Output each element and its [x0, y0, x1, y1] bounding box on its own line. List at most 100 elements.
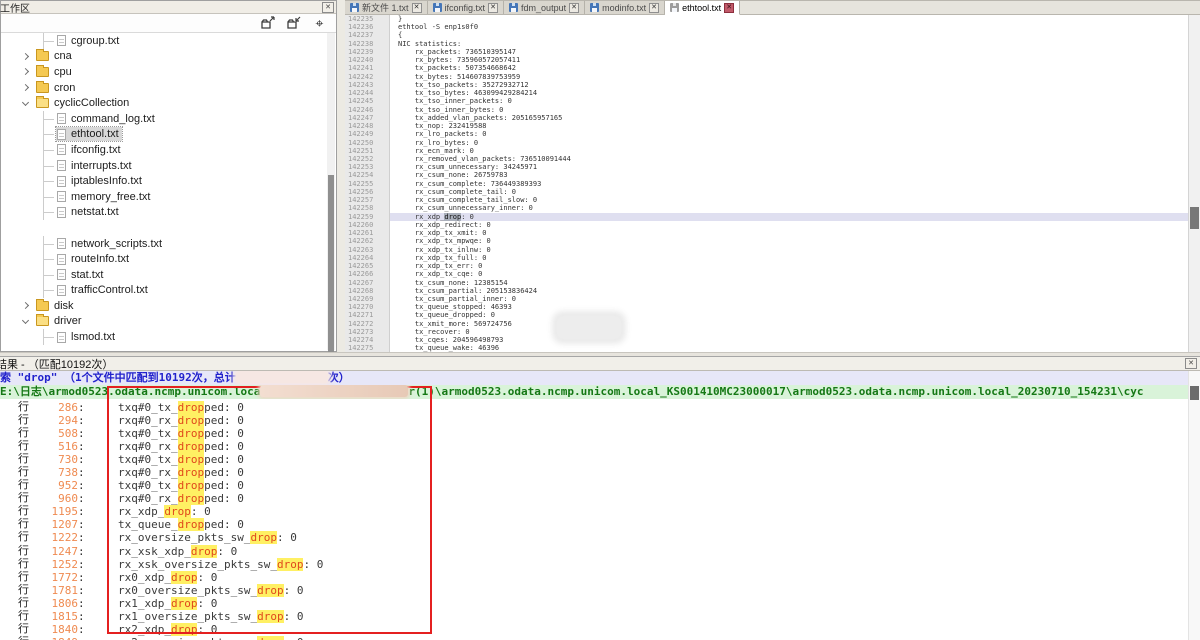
line-number: 142247 [345, 114, 390, 122]
tree-item-ifconfig-txt[interactable]: ifconfig.txt [1, 142, 327, 158]
locate-file-icon[interactable]: ⌖ [311, 16, 328, 31]
editor-line: 142246 tx_tso_inner_bytes: 0 [345, 106, 1188, 114]
editor-line: 142275 tx_queue_wake: 46396 [345, 344, 1188, 352]
editor-tab-ethtool-txt[interactable]: ethtool.txt✕ [665, 1, 740, 15]
tab-close-icon[interactable]: ✕ [569, 3, 579, 13]
result-row[interactable]: 行730:txq#0_tx_dropped: 0 [0, 453, 1188, 466]
tree-item-cron[interactable]: cron [1, 80, 327, 96]
workspace-toolbar: ⌖ [1, 14, 336, 33]
tree-item-label: netstat.txt [71, 206, 119, 218]
folder-icon [36, 51, 49, 61]
result-row[interactable]: 行1806:rx1_xdp_drop: 0 [0, 597, 1188, 610]
tree-scrollbar[interactable] [327, 33, 335, 350]
tree-item-iptablesinfo-txt[interactable]: iptablesInfo.txt [1, 173, 327, 189]
tree-item-cpu[interactable]: cpu [1, 64, 327, 80]
match-highlight: drop [171, 571, 198, 584]
tab-close-icon[interactable]: ✕ [649, 3, 659, 13]
chevron-right-icon[interactable] [22, 302, 29, 309]
result-row[interactable]: 行738:rxq#0_rx_dropped: 0 [0, 466, 1188, 479]
tree-scrollbar-thumb[interactable] [328, 175, 334, 353]
line-number: 142275 [345, 344, 390, 352]
tree-item-lsmod-txt[interactable]: lsmod.txt [1, 329, 327, 345]
row-line-number: 1195 [38, 505, 78, 518]
editor-tab-1-txt[interactable]: 新文件 1.txt✕ [345, 1, 428, 14]
tree-item-interrupts-txt[interactable]: interrupts.txt [1, 158, 327, 174]
workspace-close-icon[interactable]: ✕ [322, 2, 334, 13]
line-number: 142270 [345, 303, 390, 311]
tree-item-network-scripts-txt[interactable]: network_scripts.txt [1, 236, 327, 252]
tree-item-routeinfo-txt[interactable]: routeInfo.txt [1, 251, 327, 267]
tree-item-label: driver [54, 315, 82, 327]
tree-item-disk[interactable]: disk [1, 298, 327, 314]
tree-item-cycliccollection[interactable]: cyclicCollection [1, 95, 327, 111]
tree-connector [43, 283, 54, 299]
result-row[interactable]: 行286:txq#0_tx_dropped: 0 [0, 401, 1188, 414]
save-icon [590, 3, 599, 12]
editor-tab-modinfo-txt[interactable]: modinfo.txt✕ [585, 1, 665, 14]
tree-item-ethtool-txt[interactable]: ethtool.txt [1, 127, 327, 143]
result-row[interactable]: 行960:rxq#0_rx_dropped: 0 [0, 492, 1188, 505]
result-row[interactable]: 行1252:rx_xsk_oversize_pkts_sw_drop: 0 [0, 558, 1188, 571]
chevron-right-icon[interactable] [22, 84, 29, 91]
result-row[interactable]: 行1247:rx_xsk_xdp_drop: 0 [0, 545, 1188, 558]
editor-scrollbar-thumb[interactable] [1190, 207, 1199, 229]
result-row[interactable]: 行1195:rx_xdp_drop: 0 [0, 505, 1188, 518]
tree-item-memory-free-txt[interactable]: memory_free.txt [1, 189, 327, 205]
result-row[interactable]: 行1815:rx1_oversize_pkts_sw_drop: 0 [0, 610, 1188, 623]
results-close-icon[interactable]: ✕ [1185, 358, 1197, 369]
file-tree: cgroup.txtcnacpucroncyclicCollectioncomm… [1, 33, 327, 351]
result-row[interactable]: 行1222:rx_oversize_pkts_sw_drop: 0 [0, 531, 1188, 544]
editor-code[interactable]: 142235}142236ethtool -S enp1s0f0142237{1… [345, 15, 1188, 352]
tree-item-driver[interactable]: driver [1, 314, 327, 330]
result-file-path[interactable]: E:\日志\armod0523.odata.ncmp.unicom.locar(… [0, 385, 1200, 399]
line-text: rx_xdp_tx_xmit: 0 [390, 229, 1188, 237]
tree-item-trafficcontrol-txt[interactable]: trafficControl.txt [1, 283, 327, 299]
tree-item-label: network_scripts.txt [71, 238, 162, 250]
chevron-right-icon[interactable] [22, 53, 29, 60]
match-highlight: drop [257, 610, 284, 623]
line-number: 142256 [345, 188, 390, 196]
result-row[interactable]: 行1772:rx0_xdp_drop: 0 [0, 571, 1188, 584]
chevron-down-icon[interactable] [22, 99, 29, 106]
collapse-all-icon[interactable] [285, 16, 302, 31]
result-row[interactable]: 行1840:rx2_xdp_drop: 0 [0, 623, 1188, 636]
expand-all-icon[interactable] [259, 16, 276, 31]
result-row[interactable]: 行516:rxq#0_rx_dropped: 0 [0, 440, 1188, 453]
line-number: 142243 [345, 81, 390, 89]
row-match-text: rx1_oversize_pkts_sw_drop: 0 [118, 610, 303, 623]
tree-connector [43, 189, 54, 205]
result-row[interactable]: 行508:txq#0_tx_dropped: 0 [0, 427, 1188, 440]
tree-item-command-log-txt[interactable]: command_log.txt [1, 111, 327, 127]
tree-item-cgroup-txt[interactable]: cgroup.txt [1, 33, 327, 49]
tab-close-icon[interactable]: ✕ [724, 3, 734, 13]
tree-item-stat-txt[interactable]: stat.txt [1, 267, 327, 283]
editor-tab-ifconfig-txt[interactable]: ifconfig.txt✕ [428, 1, 505, 14]
results-scrollbar[interactable] [1188, 371, 1200, 640]
row-colon: : [78, 401, 84, 414]
tree-item-cna[interactable]: cna [1, 49, 327, 65]
tree-item-inner: cna [35, 49, 75, 63]
row-match-text: rx0_oversize_pkts_sw_drop: 0 [118, 584, 303, 597]
line-number: 142257 [345, 196, 390, 204]
line-text: tx_nop: 232419588 [390, 122, 1188, 130]
result-row[interactable]: 行1207:tx_queue_dropped: 0 [0, 518, 1188, 531]
row-match-text: rx0_xdp_drop: 0 [118, 571, 217, 584]
tab-close-icon[interactable]: ✕ [488, 3, 498, 13]
row-line-number: 508 [38, 427, 78, 440]
editor-tab-fdm-output[interactable]: fdm_output✕ [504, 1, 585, 14]
chevron-right-icon[interactable] [22, 68, 29, 75]
result-row[interactable]: 行294:rxq#0_rx_dropped: 0 [0, 414, 1188, 427]
tree-item-netstat-txt[interactable]: netstat.txt [1, 205, 327, 221]
result-row[interactable]: 行1781:rx0_oversize_pkts_sw_drop: 0 [0, 584, 1188, 597]
save-icon [509, 3, 518, 12]
result-row[interactable]: 行952:txq#0_tx_dropped: 0 [0, 479, 1188, 492]
chevron-down-icon[interactable] [22, 317, 29, 324]
match-highlight: drop [178, 401, 205, 414]
results-scrollbar-thumb[interactable] [1190, 386, 1199, 400]
editor-line: 142254 rx_csum_none: 26759783 [345, 171, 1188, 179]
tab-close-icon[interactable]: ✕ [412, 3, 422, 13]
editor-scrollbar[interactable] [1188, 15, 1200, 352]
result-row[interactable]: 行1849:rx2_oversize_pkts_sw_drop: 0 [0, 636, 1188, 640]
file-icon [57, 176, 66, 187]
line-text: rx_ecn_mark: 0 [390, 147, 1188, 155]
